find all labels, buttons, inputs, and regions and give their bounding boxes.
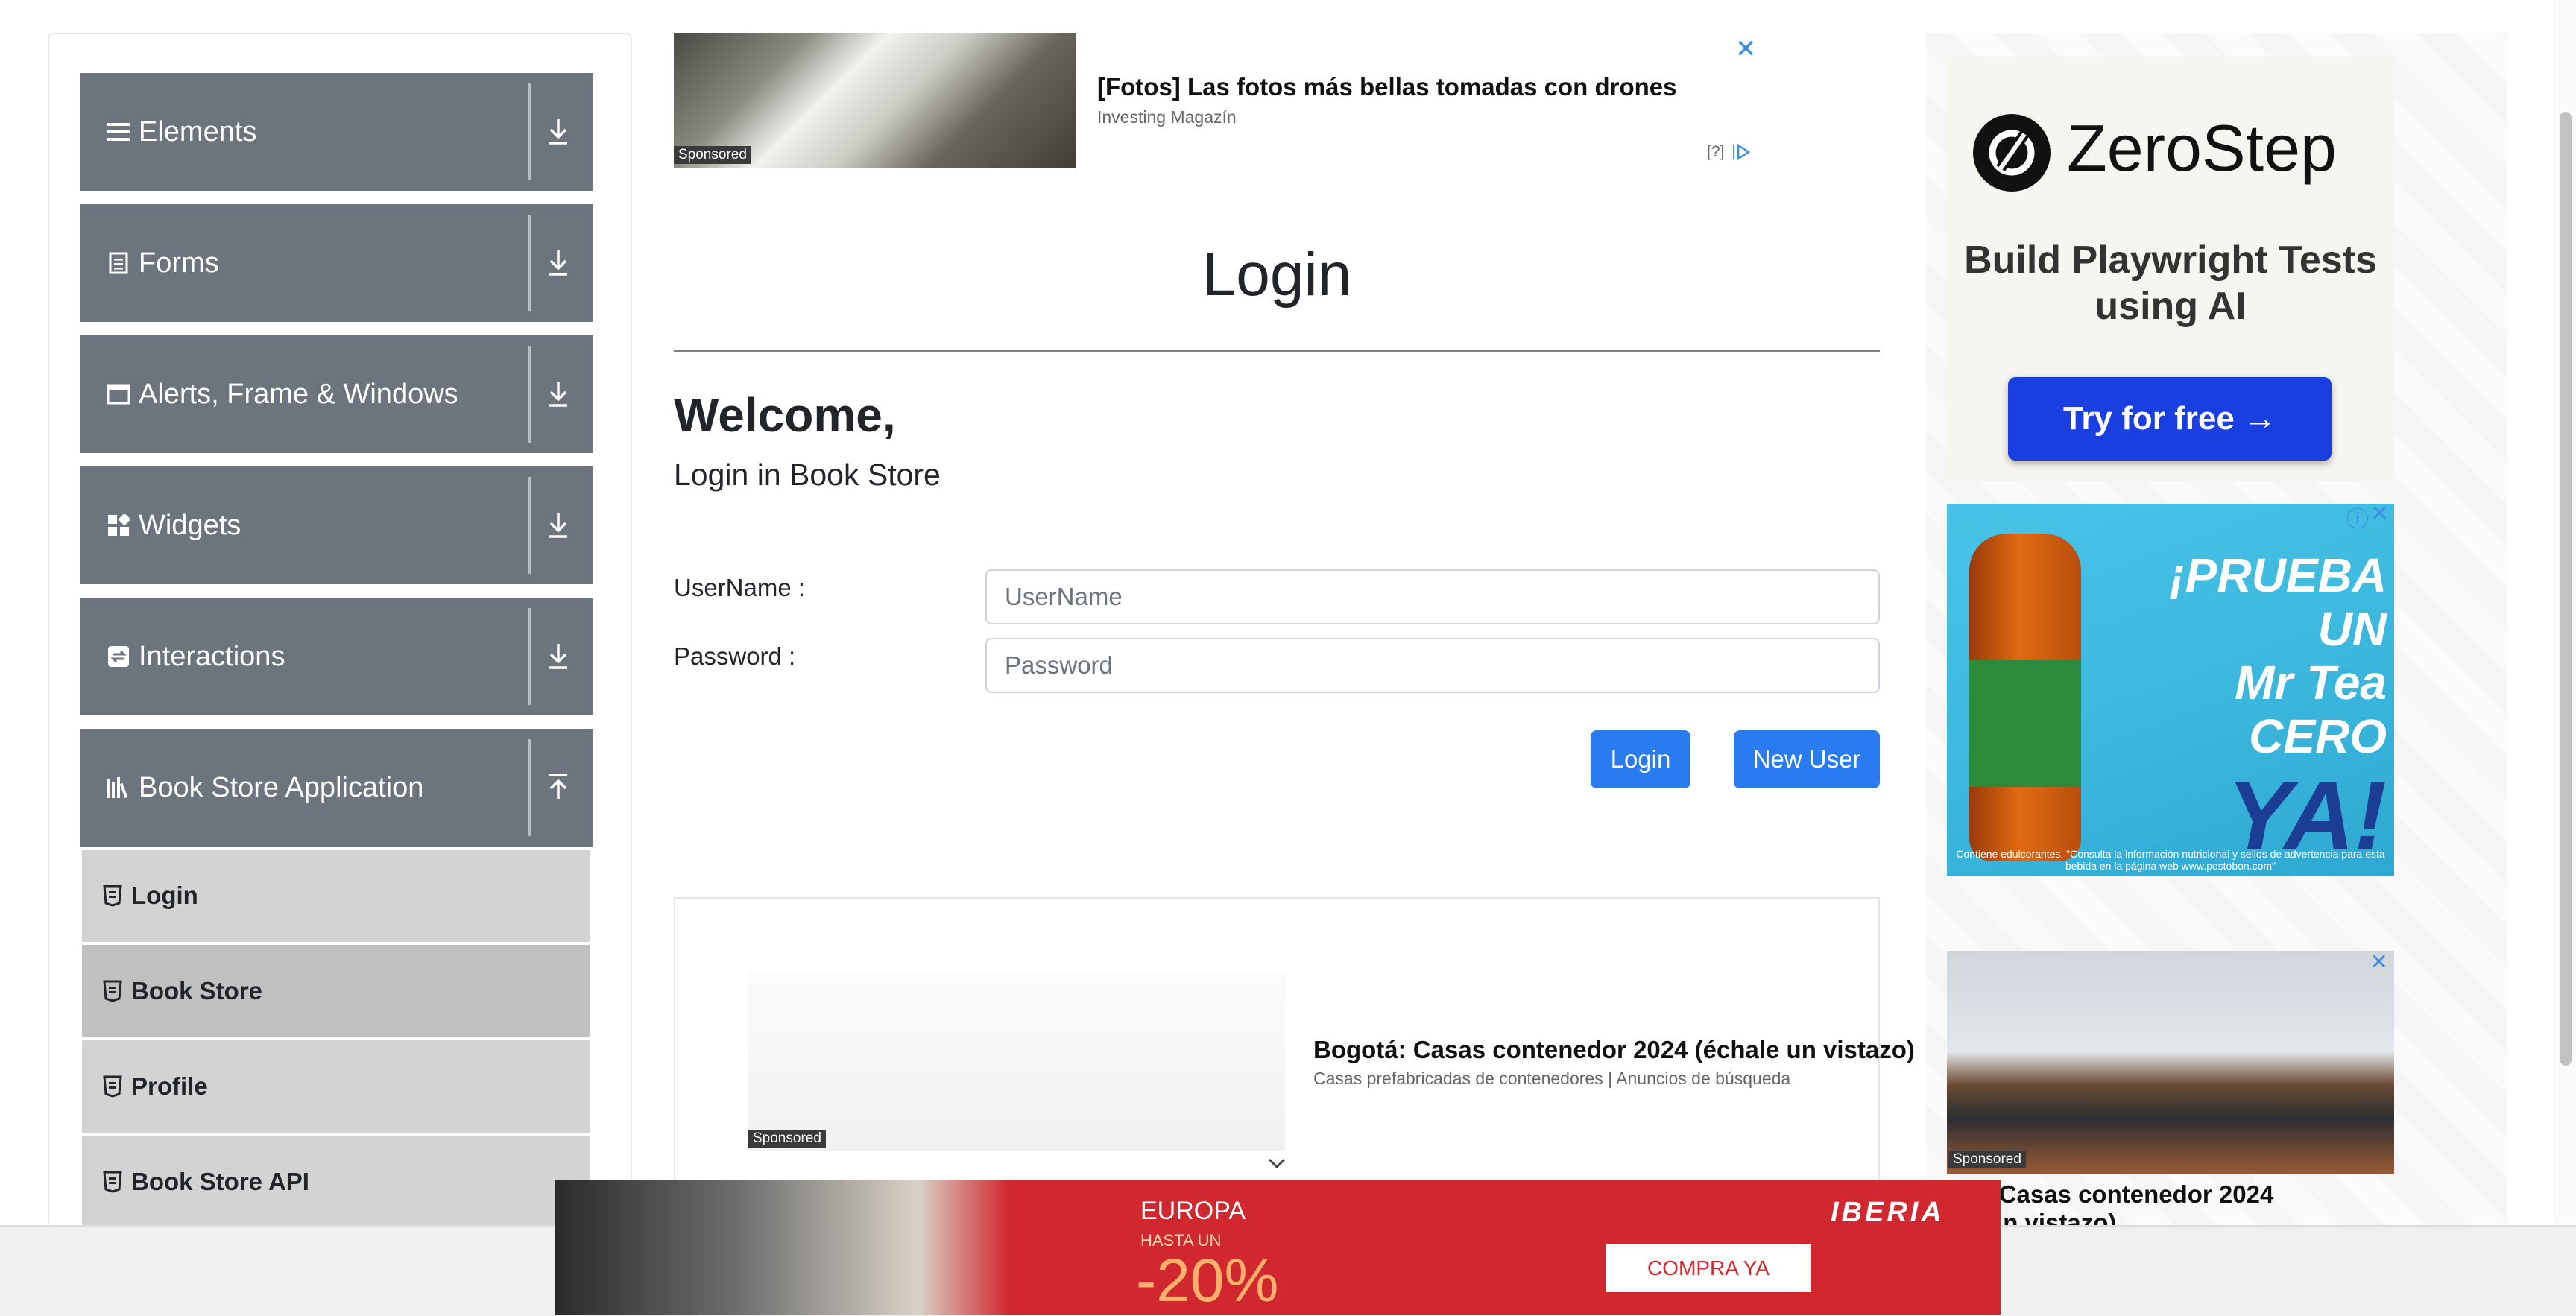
upload-arrow-icon xyxy=(549,774,567,799)
zerostep-brand: ZeroStep xyxy=(2067,111,2337,185)
menu-item-book-store-api-label: Book Store API xyxy=(131,1168,309,1195)
download-arrow-icon xyxy=(549,119,567,145)
window-icon xyxy=(106,382,131,407)
menu-item-login[interactable]: Login xyxy=(82,850,590,945)
adchoices-icon[interactable] xyxy=(1732,142,1753,162)
html5-icon xyxy=(103,885,122,907)
password-input[interactable] xyxy=(985,638,1880,693)
zerostep-logo-icon xyxy=(1973,114,2051,192)
widgets-icon xyxy=(106,513,131,538)
group-alerts-frame-windows[interactable]: Alerts, Frame & Windows xyxy=(80,335,593,453)
close-icon[interactable]: ✕ xyxy=(2370,501,2389,527)
html5-icon xyxy=(103,1171,122,1193)
traveler-photo xyxy=(555,1180,1009,1315)
iberia-logo: IBERIA xyxy=(1831,1197,1945,1228)
mr-tea-ad[interactable]: ¡PRUEBA UN Mr Tea CERO YA! Contiene edul… xyxy=(1947,504,2394,876)
document-icon xyxy=(106,250,131,276)
drink-fine-print: Contiene edulcorantes. "Consulta la info… xyxy=(1956,848,2385,872)
books-icon xyxy=(106,775,131,800)
welcome-heading: Welcome, xyxy=(674,388,896,442)
iberia-banner-ad[interactable]: EUROPA HASTA UN -20% IBERIA COMPRA YA ⓘ … xyxy=(555,1180,2001,1315)
download-arrow-icon xyxy=(549,513,567,538)
group-elements-label: Elements xyxy=(139,116,257,148)
group-book-store-label: Book Store Application xyxy=(139,771,424,803)
tea-bottle-label xyxy=(1969,660,2081,787)
username-label: UserName : xyxy=(674,574,806,601)
iberia-discount: -20% xyxy=(1136,1247,1279,1315)
zerostep-tagline: Build Playwright Tests using AI xyxy=(1964,238,2377,328)
sponsored-tag: Sponsored xyxy=(1948,1151,2026,1168)
group-divider xyxy=(528,83,531,180)
ad-help-link[interactable]: [?] xyxy=(1707,143,1724,161)
menu-item-book-store[interactable]: Book Store xyxy=(82,945,590,1040)
scrollbar-thumb[interactable] xyxy=(2560,112,2572,1066)
mid-ad-source[interactable]: Casas prefabricadas de contenedores | An… xyxy=(1313,1069,1790,1089)
mid-ad-title[interactable]: Bogotá: Casas contenedor 2024 (échale un… xyxy=(1313,1036,1915,1064)
download-arrow-icon xyxy=(549,644,567,669)
page-scrollbar[interactable] xyxy=(2554,0,2576,1225)
close-icon[interactable]: ✕ xyxy=(1735,34,1757,64)
username-input[interactable] xyxy=(985,569,1880,624)
menu-item-login-label: Login xyxy=(131,882,198,909)
group-widgets[interactable]: Widgets xyxy=(80,466,593,584)
group-widgets-label: Widgets xyxy=(139,509,242,541)
menu-item-profile[interactable]: Profile xyxy=(82,1040,590,1136)
download-arrow-icon xyxy=(549,382,567,407)
login-subtitle: Login in Book Store xyxy=(674,458,941,492)
menu-item-book-store-label: Book Store xyxy=(131,977,263,1005)
drink-headline-line-1: ¡PRUEBA UN xyxy=(2169,548,2387,656)
container-house-thumbnail[interactable] xyxy=(748,972,1285,1151)
group-divider xyxy=(528,477,531,574)
group-divider xyxy=(528,215,531,311)
drink-headline-line-2: CERO xyxy=(2249,709,2387,763)
chevron-down-icon[interactable] xyxy=(1266,1152,1288,1174)
compra-ya-button[interactable]: COMPRA YA xyxy=(1606,1244,1811,1292)
try-for-free-button[interactable]: Try for free → xyxy=(2008,377,2332,461)
group-interactions[interactable]: Interactions xyxy=(80,598,593,715)
interactions-icon xyxy=(106,644,131,669)
menu-item-profile-label: Profile xyxy=(131,1072,208,1100)
page-title: Login xyxy=(1202,241,1352,309)
top-sponsored-ad[interactable]: Sponsored [Fotos] Las fotos más bellas t… xyxy=(674,33,1762,174)
sponsored-tag: Sponsored xyxy=(674,146,751,164)
group-forms-label: Forms xyxy=(139,247,219,279)
drink-brand: Mr Tea xyxy=(2235,656,2387,709)
list-icon xyxy=(106,119,131,145)
group-book-store-application[interactable]: Book Store Application xyxy=(80,729,593,847)
iberia-destination: EUROPA xyxy=(1140,1197,1246,1225)
container-house-ad-image[interactable] xyxy=(1947,951,2394,1174)
drink-headline: ¡PRUEBA UN Mr Tea CERO YA! xyxy=(2103,548,2387,867)
ad-info-icon[interactable]: ⓘ xyxy=(2346,501,2369,534)
group-divider xyxy=(528,346,531,443)
html5-icon xyxy=(103,1075,122,1098)
new-user-button[interactable]: New User xyxy=(1734,730,1880,788)
title-divider xyxy=(674,350,1880,352)
password-label: Password : xyxy=(674,642,796,670)
group-elements[interactable]: Elements xyxy=(80,73,593,191)
group-divider xyxy=(528,608,531,705)
top-ad-title[interactable]: [Fotos] Las fotos más bellas tomadas con… xyxy=(1097,73,1676,101)
download-arrow-icon xyxy=(549,250,567,276)
group-forms[interactable]: Forms xyxy=(80,204,593,322)
group-interactions-label: Interactions xyxy=(139,640,285,672)
sponsored-tag: Sponsored xyxy=(748,1130,826,1148)
menu-item-book-store-api[interactable]: Book Store API xyxy=(82,1136,590,1231)
group-divider xyxy=(528,739,531,836)
left-panel: Elements Forms Alerts, Frame & Windows W… xyxy=(48,33,632,1316)
html5-icon xyxy=(103,980,122,1002)
login-button[interactable]: Login xyxy=(1591,730,1690,788)
top-ad-source[interactable]: Investing Magazín xyxy=(1097,107,1237,127)
group-alerts-label: Alerts, Frame & Windows xyxy=(139,378,458,410)
close-icon[interactable]: ✕ xyxy=(2370,949,2387,974)
